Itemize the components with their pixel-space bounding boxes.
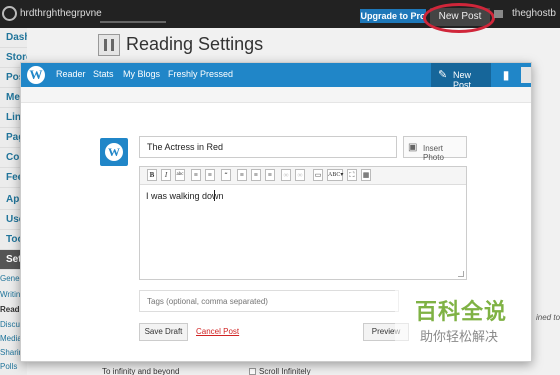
nav-freshly-pressed[interactable]: Freshly Pressed [168, 69, 233, 79]
upgrade-button[interactable]: Upgrade to Pro [360, 9, 426, 23]
align-right-icon[interactable]: ≡ [265, 169, 275, 181]
strikethrough-icon[interactable]: abc [175, 169, 185, 181]
avatar[interactable] [521, 67, 531, 83]
bullet-list-icon[interactable]: ≡ [191, 169, 201, 181]
blog-avatar-icon[interactable]: W [100, 138, 128, 166]
wordpress-logo-icon[interactable]: W [27, 66, 45, 84]
editor-content: I was walking down [146, 191, 224, 201]
user-name[interactable]: theghostb [512, 8, 556, 19]
post-title-input[interactable] [139, 136, 397, 158]
blockquote-icon[interactable]: “ [221, 169, 231, 181]
site-name[interactable]: hrdthrghthegrpvne [20, 8, 102, 19]
comment-icon[interactable] [494, 10, 503, 18]
scroll-infinitely-label: Scroll Infinitely [259, 367, 311, 375]
watermark-title: 百科全说 [415, 299, 508, 324]
align-left-icon[interactable]: ≡ [237, 169, 247, 181]
scroll-infinitely-checkbox[interactable] [249, 368, 256, 375]
submenu-polls[interactable]: Polls [0, 362, 27, 371]
insert-photo-label: Insert Photo [423, 144, 444, 162]
background-text-fragment: ined to [536, 313, 560, 322]
wordpress-logo-icon[interactable] [2, 6, 17, 21]
kitchen-sink-icon[interactable]: ▦ [361, 169, 371, 181]
spellcheck-icon[interactable]: ABC▾ [327, 169, 343, 181]
option-row-label: To infinity and beyond [102, 367, 180, 375]
editor-toolbar: B I abc ≡ ≡ “ ≡ ≡ ≡ ∞ ∞ ▭ ABC▾ ⛶ ▦ [140, 167, 466, 185]
admin-bar-divider [100, 21, 166, 23]
insert-photo-button[interactable]: ▣ Insert Photo [403, 136, 467, 162]
save-draft-button[interactable]: Save Draft [139, 323, 188, 341]
watermark-subtitle: 助你轻松解决 [420, 329, 499, 344]
numbered-list-icon[interactable]: ≡ [205, 169, 215, 181]
camera-icon: ▣ [408, 142, 418, 153]
notifications-icon[interactable]: ▮ [498, 67, 514, 83]
settings-icon [98, 34, 120, 56]
admin-bar: hrdthrghthegrpvne Upgrade to Pro New Pos… [0, 0, 560, 33]
more-tag-icon[interactable]: ▭ [313, 169, 323, 181]
nav-my-blogs[interactable]: My Blogs [123, 69, 160, 79]
nav-reader[interactable]: Reader [56, 69, 86, 79]
pencil-icon: ✎ [438, 69, 448, 81]
text-caret [214, 190, 215, 201]
menu-dashboard[interactable]: Dashboard [0, 28, 27, 48]
post-content-editor[interactable]: B I abc ≡ ≡ “ ≡ ≡ ≡ ∞ ∞ ▭ ABC▾ ⛶ ▦ I was… [139, 166, 467, 280]
resize-grip-icon[interactable] [458, 271, 464, 277]
nav-stats[interactable]: Stats [93, 69, 114, 79]
highlight-oval [423, 3, 495, 33]
bold-icon[interactable]: B [147, 169, 157, 181]
fullscreen-icon[interactable]: ⛶ [347, 169, 357, 181]
unlink-icon[interactable]: ∞ [295, 169, 305, 181]
italic-icon[interactable]: I [161, 169, 171, 181]
cancel-post-link[interactable]: Cancel Post [196, 327, 239, 336]
align-center-icon[interactable]: ≡ [251, 169, 261, 181]
new-post-nav-button[interactable]: ✎ New Post [431, 63, 491, 90]
link-icon[interactable]: ∞ [281, 169, 291, 181]
tags-input[interactable] [139, 290, 399, 312]
page-title: Reading Settings [126, 34, 264, 54]
wpcom-nav-bar: W Reader Stats My Blogs Freshly Pressed … [21, 63, 531, 90]
nav-subbar [21, 87, 531, 103]
